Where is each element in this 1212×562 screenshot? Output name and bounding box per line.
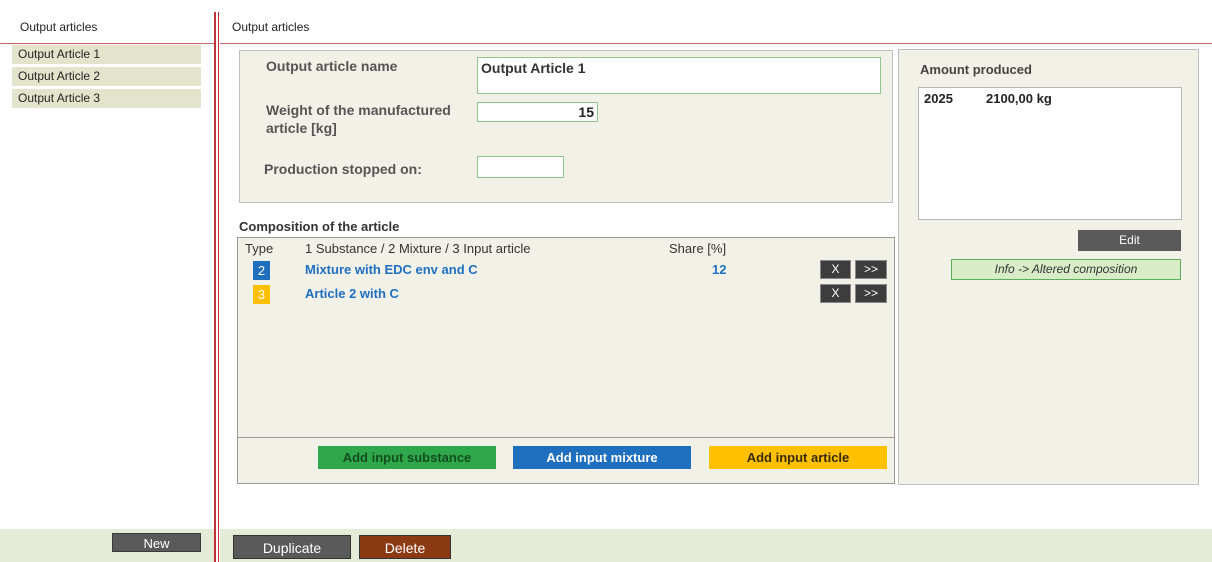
- column-kind: 1 Substance / 2 Mixture / 3 Input articl…: [305, 241, 531, 256]
- composition-row-share: 12: [712, 262, 727, 277]
- type-badge-article: 3: [253, 285, 270, 304]
- left-panel-header: Output articles: [0, 0, 214, 44]
- composition-row-name[interactable]: Mixture with EDC env and C: [305, 262, 478, 277]
- main-title: Output articles: [232, 20, 310, 34]
- article-name-input[interactable]: Output Article 1: [477, 57, 881, 94]
- weight-label-line2: article [kg]: [266, 120, 337, 136]
- panel-divider-inner: [218, 12, 219, 562]
- panel-divider: [214, 12, 216, 562]
- add-input-article-button[interactable]: Add input article: [709, 446, 887, 469]
- duplicate-button[interactable]: Duplicate: [233, 535, 351, 559]
- open-row-button[interactable]: >>: [855, 260, 887, 279]
- weight-input[interactable]: 15: [477, 102, 598, 122]
- article-list-item-1[interactable]: Output Article 1: [12, 45, 201, 64]
- remove-row-button[interactable]: X: [820, 284, 851, 303]
- amount-list[interactable]: [918, 87, 1182, 220]
- composition-title: Composition of the article: [239, 219, 400, 234]
- remove-row-button[interactable]: X: [820, 260, 851, 279]
- article-list-item-2[interactable]: Output Article 2: [12, 67, 201, 86]
- weight-label-line1: Weight of the manufactured: [266, 102, 451, 118]
- name-label: Output article name: [266, 58, 398, 74]
- add-input-substance-button[interactable]: Add input substance: [318, 446, 496, 469]
- left-panel-title: Output articles: [20, 20, 98, 34]
- stopped-label: Production stopped on:: [264, 161, 422, 177]
- type-badge-mixture: 2: [253, 261, 270, 280]
- amount-title: Amount produced: [920, 62, 1032, 77]
- article-list-item-3[interactable]: Output Article 3: [12, 89, 201, 108]
- amount-value: 2100,00 kg: [986, 91, 1052, 106]
- edit-button[interactable]: Edit: [1078, 230, 1181, 251]
- open-row-button[interactable]: >>: [855, 284, 887, 303]
- new-button[interactable]: New: [112, 533, 201, 552]
- stopped-date-input[interactable]: [477, 156, 564, 178]
- amount-year: 2025: [924, 91, 953, 106]
- add-input-mixture-button[interactable]: Add input mixture: [513, 446, 691, 469]
- info-altered-composition-button[interactable]: Info -> Altered composition: [951, 259, 1181, 280]
- column-share: Share [%]: [669, 241, 727, 256]
- main-header: Output articles: [220, 0, 1212, 44]
- delete-button[interactable]: Delete: [359, 535, 451, 559]
- composition-row-name[interactable]: Article 2 with C: [305, 286, 399, 301]
- column-type: Type: [245, 241, 274, 256]
